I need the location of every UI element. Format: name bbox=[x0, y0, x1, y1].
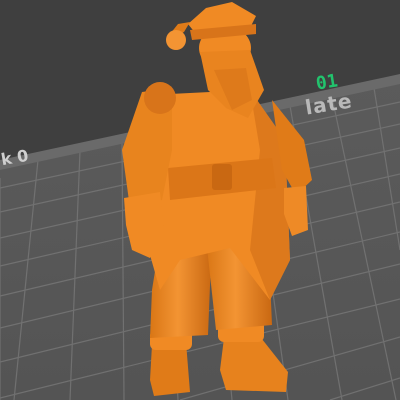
3d-viewport[interactable]: 01 late k 0 bbox=[0, 0, 400, 400]
build-plate-scene bbox=[0, 2, 400, 400]
